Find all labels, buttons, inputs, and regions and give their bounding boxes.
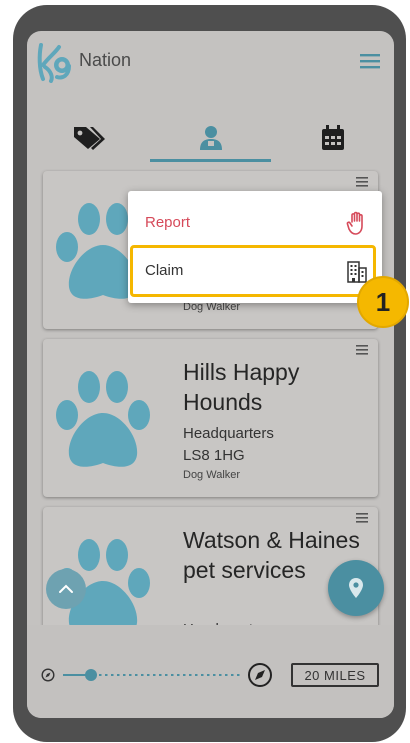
- claim-highlight-box: [130, 245, 376, 297]
- calendar-icon: [321, 125, 344, 150]
- tab-calendar[interactable]: [271, 115, 394, 161]
- compass-large-icon: [248, 663, 272, 687]
- hamburger-menu-icon[interactable]: [360, 53, 380, 69]
- map-pin-icon: [349, 578, 363, 598]
- distance-filter-bar: 20 MILES: [27, 625, 394, 718]
- card-menu-icon[interactable]: [356, 345, 368, 355]
- listing-location: Headquarters: [183, 425, 274, 442]
- tab-profile[interactable]: [150, 115, 271, 161]
- distance-slider-thumb[interactable]: [85, 669, 97, 681]
- k9-logo: [37, 43, 71, 83]
- tab-deals[interactable]: [27, 115, 150, 161]
- card-menu-icon[interactable]: [356, 177, 368, 187]
- app-screen: Nation Dog Walker Hills Happy Hounds Hea…: [27, 31, 394, 718]
- listing-name: Hills Happy Hounds: [183, 359, 300, 415]
- map-location-button[interactable]: [328, 560, 384, 616]
- listing-card[interactable]: Hills Happy Hounds Headquarters LS8 1HG …: [43, 339, 378, 497]
- brand-name: Nation: [79, 50, 132, 70]
- scroll-up-button[interactable]: [46, 569, 86, 609]
- compass-small-icon: [41, 668, 55, 682]
- card-menu-icon[interactable]: [356, 513, 368, 523]
- paw-icon: [56, 371, 150, 467]
- active-tab-indicator: [150, 159, 271, 162]
- distance-readout: 20 MILES: [291, 663, 379, 687]
- app-header: Nation: [27, 31, 394, 93]
- report-menu-item[interactable]: Report: [128, 201, 382, 245]
- tags-icon: [73, 127, 105, 150]
- tab-bar: [27, 115, 394, 161]
- hand-icon: [346, 211, 363, 235]
- user-icon: [199, 126, 222, 150]
- step-badge: 1: [357, 276, 409, 328]
- chevron-up-icon: [59, 584, 73, 593]
- report-label: Report: [145, 214, 191, 231]
- listing-postcode: LS8 1HG: [183, 447, 245, 464]
- listing-category: Dog Walker: [183, 469, 241, 481]
